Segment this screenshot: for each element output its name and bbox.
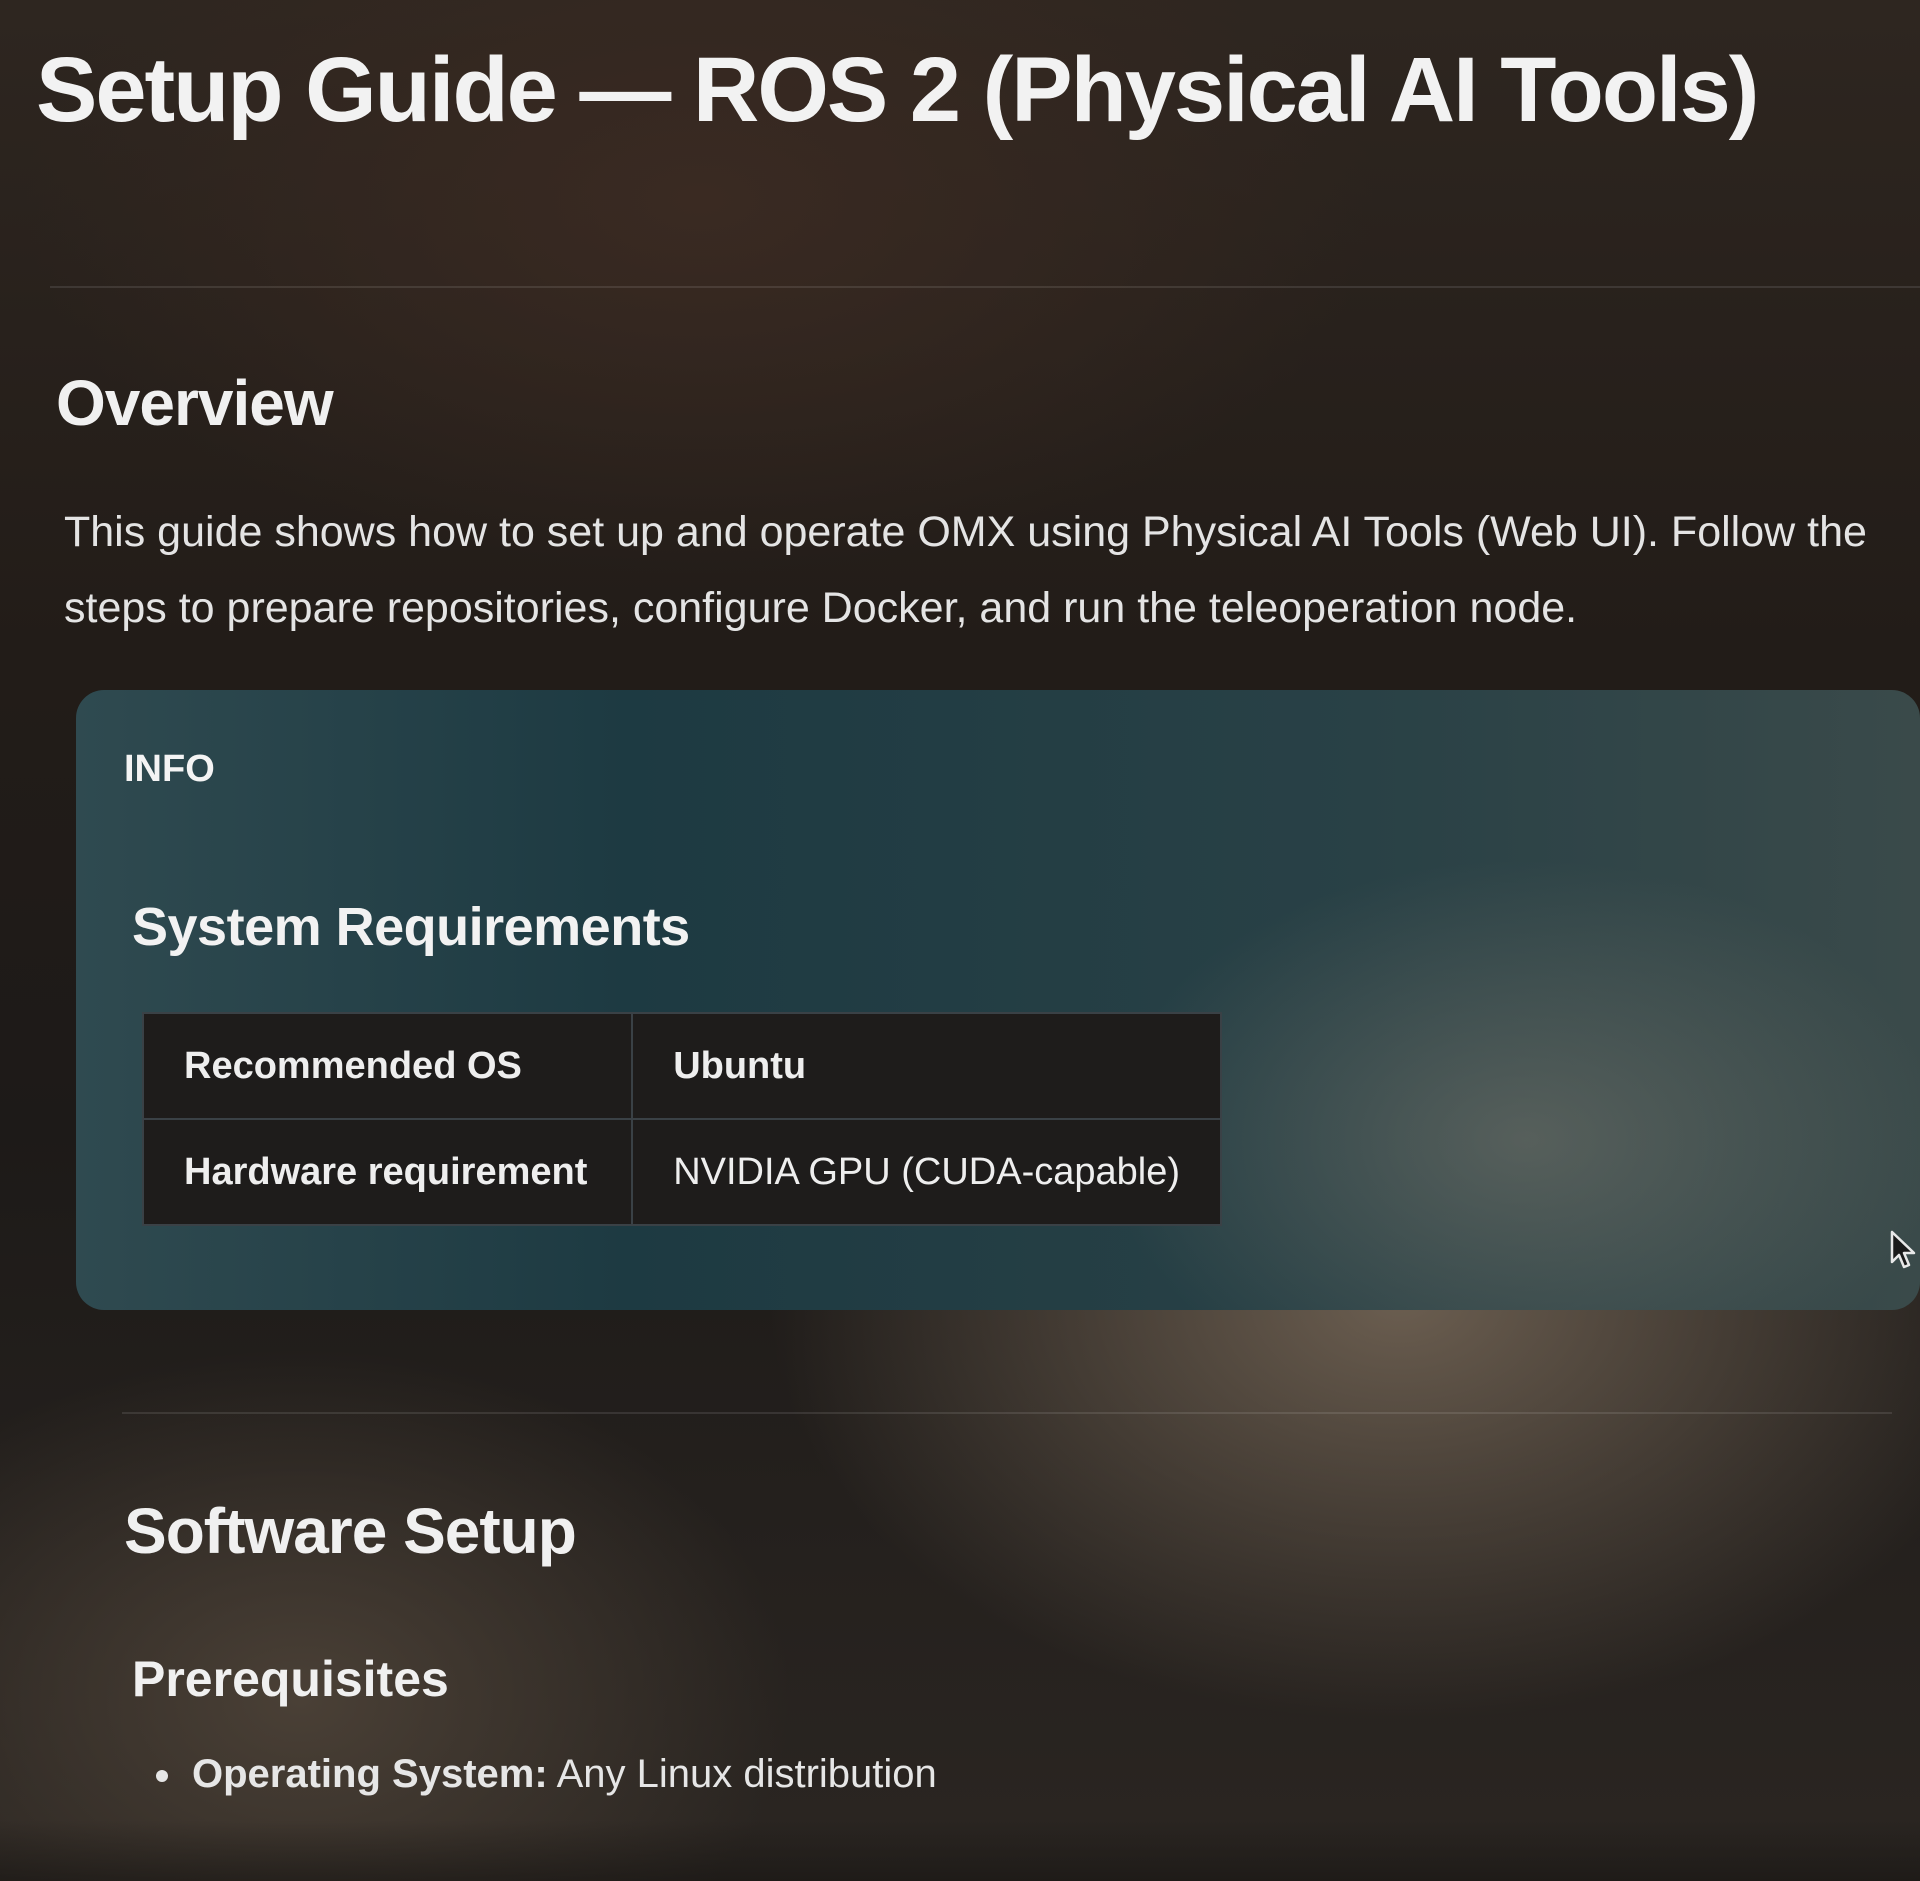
prerequisites-list: Operating System: Any Linux distribution [156, 1752, 937, 1797]
requirements-table: Recommended OS Ubuntu Hardware requireme… [141, 1012, 1222, 1226]
page: Setup Guide — ROS 2 (Physical AI Tools) … [0, 0, 1920, 1881]
table-row: Hardware requirement NVIDIA GPU (CUDA-ca… [141, 1118, 1222, 1226]
software-setup-heading: Software Setup [124, 1495, 577, 1567]
table-cell-value: NVIDIA GPU (CUDA-capable) [631, 1118, 1222, 1226]
bullet-icon [156, 1770, 168, 1782]
table-cell-value: Ubuntu [631, 1012, 1222, 1120]
table-cell-key: Recommended OS [141, 1012, 634, 1120]
list-item: Operating System: Any Linux distribution [156, 1752, 937, 1797]
bottom-shadow [0, 1820, 1920, 1881]
system-requirements-heading: System Requirements [132, 897, 690, 957]
overview-heading: Overview [56, 367, 334, 439]
prerequisites-heading: Prerequisites [132, 1651, 449, 1707]
info-callout: INFO System Requirements Recommended OS … [76, 690, 1920, 1310]
overview-paragraph: This guide shows how to set up and opera… [64, 508, 1867, 632]
table-row: Recommended OS Ubuntu [141, 1012, 1222, 1120]
list-item-label: Operating System: [192, 1752, 548, 1796]
list-item-value: Any Linux distribution [547, 1752, 937, 1796]
mouse-pointer-icon [1890, 1230, 1916, 1269]
table-cell-key: Hardware requirement [141, 1118, 634, 1226]
info-label: INFO [124, 748, 215, 790]
divider [50, 286, 1920, 288]
divider [122, 1412, 1892, 1414]
page-title: Setup Guide — ROS 2 (Physical AI Tools) [36, 39, 1759, 141]
